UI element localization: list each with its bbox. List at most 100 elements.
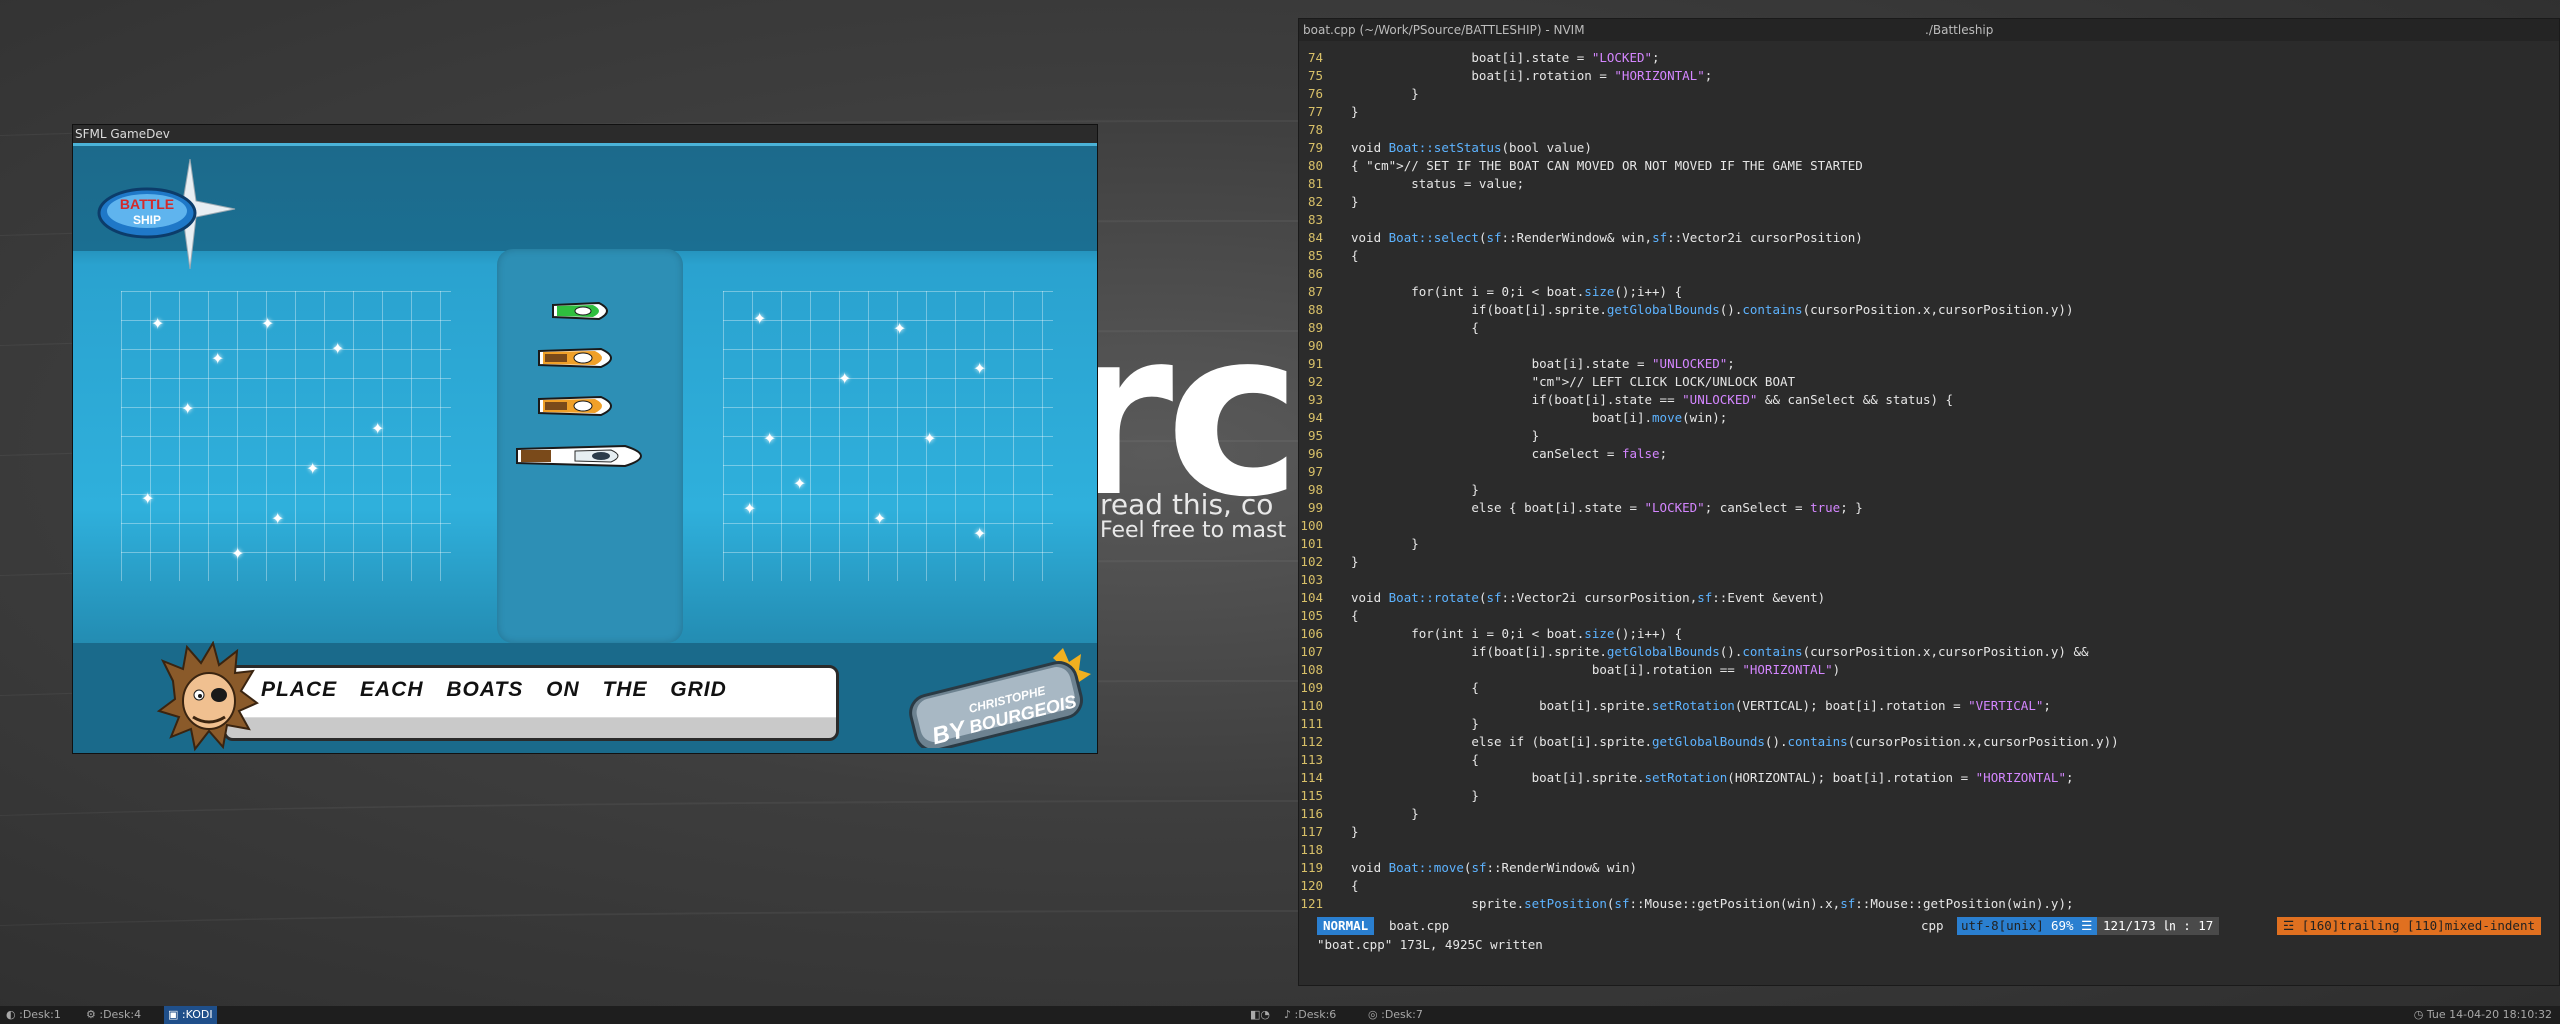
sparkle-icon: ✦ (306, 459, 320, 478)
line-number: 75 (1307, 68, 1323, 83)
code-line[interactable]: 112 else if (boat[i].sprite.getGlobalBou… (1299, 733, 2559, 751)
code-line[interactable]: 88 if(boat[i].sprite.getGlobalBounds().c… (1299, 301, 2559, 319)
clock-icon: ◷ (2413, 1008, 2424, 1021)
taskbar-workspace-desk1[interactable]: ◐ :Desk:1 (2, 1006, 65, 1024)
line-text: canSelect = false; (1351, 446, 1668, 461)
line-number: 117 (1300, 824, 1323, 839)
code-line[interactable]: 121 sprite.setPosition(sf::Mouse::getPos… (1299, 895, 2559, 913)
code-line[interactable]: 105 { (1299, 607, 2559, 625)
code-line[interactable]: 111 } (1299, 715, 2559, 733)
code-line[interactable]: 116 } (1299, 805, 2559, 823)
line-text: void Boat::move(sf::RenderWindow& win) (1351, 860, 1638, 875)
code-line[interactable]: 103 (1299, 571, 2559, 589)
terminal-title-right: ./Battleship (1925, 23, 1994, 37)
line-text: } (1351, 554, 1359, 569)
code-editor[interactable]: 74 boat[i].state = "LOCKED"; 75 boat[i].r… (1299, 49, 2559, 913)
code-line[interactable]: 115 } (1299, 787, 2559, 805)
code-line[interactable]: 94 boat[i].move(win); (1299, 409, 2559, 427)
code-line[interactable]: 108 boat[i].rotation == "HORIZONTAL") (1299, 661, 2559, 679)
vim-command-line[interactable]: "boat.cpp" 173L, 4925C written (1317, 937, 1543, 952)
code-line[interactable]: 74 boat[i].state = "LOCKED"; (1299, 49, 2559, 67)
code-line[interactable]: 77} (1299, 103, 2559, 121)
code-line[interactable]: 118 (1299, 841, 2559, 859)
code-line[interactable]: 76 } (1299, 85, 2559, 103)
line-text: else if (boat[i].sprite.getGlobalBounds(… (1351, 734, 2119, 749)
code-line[interactable]: 113 { (1299, 751, 2559, 769)
enemy-grid[interactable]: ✦ ✦ ✦ ✦ ✦ ✦ ✦ ✦ ✦ ✦ (723, 291, 1053, 581)
code-line[interactable]: 107 if(boat[i].sprite.getGlobalBounds().… (1299, 643, 2559, 661)
line-number: 76 (1307, 86, 1323, 101)
line-number: 92 (1307, 374, 1323, 389)
code-line[interactable]: 85 { (1299, 247, 2559, 265)
line-text: { (1351, 248, 1359, 263)
line-text: { (1351, 608, 1359, 623)
code-line[interactable]: 117} (1299, 823, 2559, 841)
code-line[interactable]: 97 (1299, 463, 2559, 481)
taskbar-workspace-desk6[interactable]: ♪ :Desk:6 (1280, 1006, 1340, 1024)
code-line[interactable]: 99 else { boat[i].state = "LOCKED"; canS… (1299, 499, 2559, 517)
code-line[interactable]: 110 boat[i].sprite.setRotation(VERTICAL)… (1299, 697, 2559, 715)
code-line[interactable]: 75 boat[i].rotation = "HORIZONTAL"; (1299, 67, 2559, 85)
code-line[interactable]: 79 void Boat::setStatus(bool value) (1299, 139, 2559, 157)
sparkle-icon: ✦ (151, 314, 165, 333)
code-line[interactable]: 106 for(int i = 0;i < boat.size();i++) { (1299, 625, 2559, 643)
code-line[interactable]: 102} (1299, 553, 2559, 571)
code-line[interactable]: 84 void Boat::select(sf::RenderWindow& wi… (1299, 229, 2559, 247)
code-line[interactable]: 114 boat[i].sprite.setRotation(HORIZONTA… (1299, 769, 2559, 787)
line-text: boat[i].sprite.setRotation(HORIZONTAL); … (1351, 770, 2074, 785)
code-line[interactable]: 104 void Boat::rotate(sf::Vector2i cursor… (1299, 589, 2559, 607)
player-grid[interactable]: ✦ ✦ ✦ ✦ ✦ ✦ ✦ ✦ ✦ ✦ (121, 291, 451, 581)
code-line[interactable]: 95 } (1299, 427, 2559, 445)
boat-large-yacht[interactable] (515, 441, 659, 471)
code-line[interactable]: 89 { (1299, 319, 2559, 337)
line-number: 96 (1307, 446, 1323, 461)
code-line[interactable]: 92 "cm">// LEFT CLICK LOCK/UNLOCK BOAT (1299, 373, 2559, 391)
line-text: { "cm">// SET IF THE BOAT CAN MOVED OR N… (1351, 158, 1863, 173)
code-line[interactable]: 100 (1299, 517, 2559, 535)
code-line[interactable]: 93 if(boat[i].state == "UNLOCKED" && can… (1299, 391, 2559, 409)
line-text: boat[i].move(win); (1351, 410, 1728, 425)
code-line[interactable]: 90 (1299, 337, 2559, 355)
line-text: void Boat::setStatus(bool value) (1351, 140, 1592, 155)
boat-medium-orange-2[interactable] (537, 393, 623, 419)
code-line[interactable]: 98 } (1299, 481, 2559, 499)
clock-text: Tue 14-04-20 18:10:32 (2426, 1008, 2552, 1021)
game-window-title[interactable]: SFML GameDev (73, 125, 1097, 143)
battleship-logo: BATTLE SHIP (97, 159, 236, 269)
tray-icons[interactable]: ◧◔ (1246, 1006, 1274, 1024)
code-line[interactable]: 109 { (1299, 679, 2559, 697)
taskbar-workspace-kodi[interactable]: ▣ :KODI (164, 1006, 217, 1024)
code-line[interactable]: 86 (1299, 265, 2559, 283)
code-line[interactable]: 120 { (1299, 877, 2559, 895)
line-number: 97 (1307, 464, 1323, 479)
line-number: 91 (1307, 356, 1323, 371)
code-line[interactable]: 80 { "cm">// SET IF THE BOAT CAN MOVED OR… (1299, 157, 2559, 175)
code-line[interactable]: 119 void Boat::move(sf::RenderWindow& win… (1299, 859, 2559, 877)
code-line[interactable]: 91 boat[i].state = "UNLOCKED"; (1299, 355, 2559, 373)
terminal-titlebar[interactable]: boat.cpp (~/Work/PSource/BATTLESHIP) - N… (1299, 19, 2559, 41)
code-line[interactable]: 87 for(int i = 0;i < boat.size();i++) { (1299, 283, 2559, 301)
code-line[interactable]: 83 (1299, 211, 2559, 229)
code-line[interactable]: 82} (1299, 193, 2559, 211)
line-number: 78 (1307, 122, 1323, 137)
taskbar-workspace-desk4[interactable]: ⚙ :Desk:4 (82, 1006, 145, 1024)
sparkle-icon: ✦ (231, 544, 245, 563)
taskbar-label: :Desk:4 (99, 1008, 142, 1021)
sparkle-icon: ✦ (753, 309, 767, 328)
code-line[interactable]: 78 (1299, 121, 2559, 139)
line-number: 114 (1300, 770, 1323, 785)
line-number: 120 (1300, 878, 1323, 893)
code-line[interactable]: 96 canSelect = false; (1299, 445, 2559, 463)
game-window[interactable]: SFML GameDev BATTLE SHIP ✦ ✦ ✦ ✦ ✦ ✦ ✦ ✦… (72, 124, 1098, 754)
boat-small-green[interactable] (551, 299, 617, 323)
game-canvas[interactable]: BATTLE SHIP ✦ ✦ ✦ ✦ ✦ ✦ ✦ ✦ ✦ ✦ ✦ ✦ ✦ ✦ … (73, 143, 1097, 753)
line-number: 105 (1300, 608, 1323, 623)
line-number: 99 (1307, 500, 1323, 515)
nvim-terminal-window[interactable]: boat.cpp (~/Work/PSource/BATTLESHIP) - N… (1298, 18, 2560, 986)
boat-medium-orange[interactable] (537, 345, 623, 371)
line-number: 81 (1307, 176, 1323, 191)
code-line[interactable]: 101 } (1299, 535, 2559, 553)
taskbar-clock[interactable]: ◷ Tue 14-04-20 18:10:32 (2410, 1006, 2556, 1024)
taskbar-workspace-desk7[interactable]: ◎ :Desk:7 (1364, 1006, 1427, 1024)
code-line[interactable]: 81 status = value; (1299, 175, 2559, 193)
